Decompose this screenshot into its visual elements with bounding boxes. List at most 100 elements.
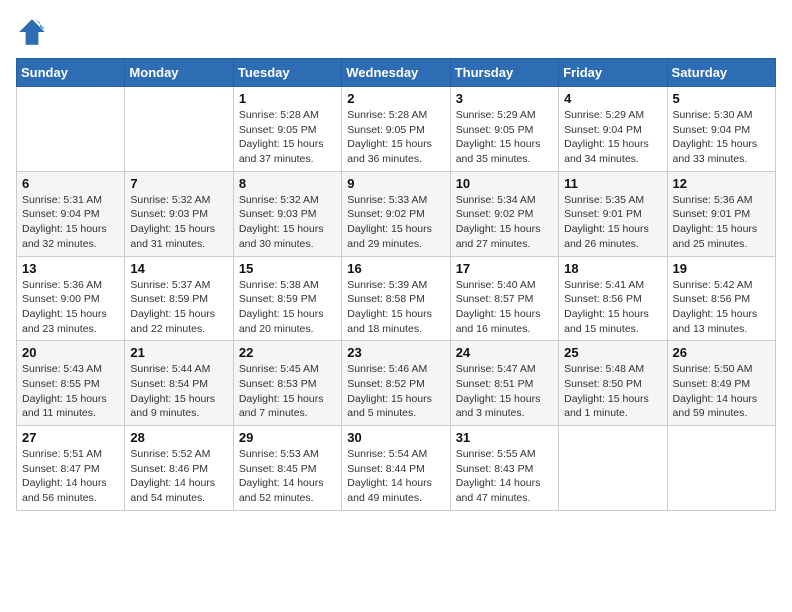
day-number: 29 <box>239 430 336 445</box>
day-number: 13 <box>22 261 119 276</box>
day-info: Sunrise: 5:43 AMSunset: 8:55 PMDaylight:… <box>22 362 119 421</box>
calendar-cell: 21 Sunrise: 5:44 AMSunset: 8:54 PMDayligh… <box>125 341 233 426</box>
day-info: Sunrise: 5:29 AMSunset: 9:04 PMDaylight:… <box>564 108 661 167</box>
day-info: Sunrise: 5:28 AMSunset: 9:05 PMDaylight:… <box>239 108 336 167</box>
calendar-cell <box>667 426 775 511</box>
calendar-cell: 14 Sunrise: 5:37 AMSunset: 8:59 PMDayligh… <box>125 256 233 341</box>
day-info: Sunrise: 5:36 AMSunset: 9:01 PMDaylight:… <box>673 193 770 252</box>
day-info: Sunrise: 5:44 AMSunset: 8:54 PMDaylight:… <box>130 362 227 421</box>
weekday-header-row: SundayMondayTuesdayWednesdayThursdayFrid… <box>17 59 776 87</box>
day-number: 14 <box>130 261 227 276</box>
day-number: 27 <box>22 430 119 445</box>
day-number: 5 <box>673 91 770 106</box>
day-info: Sunrise: 5:55 AMSunset: 8:43 PMDaylight:… <box>456 447 553 506</box>
day-info: Sunrise: 5:32 AMSunset: 9:03 PMDaylight:… <box>130 193 227 252</box>
weekday-header: Friday <box>559 59 667 87</box>
day-number: 1 <box>239 91 336 106</box>
calendar-cell: 5 Sunrise: 5:30 AMSunset: 9:04 PMDaylight… <box>667 87 775 172</box>
day-number: 6 <box>22 176 119 191</box>
calendar-cell: 4Sunrise: 5:29 AMSunset: 9:04 PMDaylight… <box>559 87 667 172</box>
day-info: Sunrise: 5:32 AMSunset: 9:03 PMDaylight:… <box>239 193 336 252</box>
calendar-cell: 25 Sunrise: 5:48 AMSunset: 8:50 PMDayligh… <box>559 341 667 426</box>
calendar-week-row: 27 Sunrise: 5:51 AMSunset: 8:47 PMDayligh… <box>17 426 776 511</box>
calendar-cell: 19 Sunrise: 5:42 AMSunset: 8:56 PMDayligh… <box>667 256 775 341</box>
day-info: Sunrise: 5:34 AMSunset: 9:02 PMDaylight:… <box>456 193 553 252</box>
day-number: 19 <box>673 261 770 276</box>
weekday-header: Wednesday <box>342 59 450 87</box>
calendar-cell: 28 Sunrise: 5:52 AMSunset: 8:46 PMDayligh… <box>125 426 233 511</box>
weekday-header: Saturday <box>667 59 775 87</box>
weekday-header: Sunday <box>17 59 125 87</box>
day-number: 9 <box>347 176 444 191</box>
calendar-cell: 3 Sunrise: 5:29 AMSunset: 9:05 PMDaylight… <box>450 87 558 172</box>
day-number: 30 <box>347 430 444 445</box>
calendar-cell: 2 Sunrise: 5:28 AMSunset: 9:05 PMDaylight… <box>342 87 450 172</box>
calendar-cell: 29 Sunrise: 5:53 AMSunset: 8:45 PMDayligh… <box>233 426 341 511</box>
day-info: Sunrise: 5:54 AMSunset: 8:44 PMDaylight:… <box>347 447 444 506</box>
day-number: 2 <box>347 91 444 106</box>
day-info: Sunrise: 5:48 AMSunset: 8:50 PMDaylight:… <box>564 362 661 421</box>
day-info: Sunrise: 5:42 AMSunset: 8:56 PMDaylight:… <box>673 278 770 337</box>
page-header <box>16 16 776 48</box>
day-info: Sunrise: 5:28 AMSunset: 9:05 PMDaylight:… <box>347 108 444 167</box>
calendar-cell: 15Sunrise: 5:38 AMSunset: 8:59 PMDayligh… <box>233 256 341 341</box>
day-number: 22 <box>239 345 336 360</box>
day-number: 26 <box>673 345 770 360</box>
calendar-cell: 8 Sunrise: 5:32 AMSunset: 9:03 PMDaylight… <box>233 171 341 256</box>
day-info: Sunrise: 5:29 AMSunset: 9:05 PMDaylight:… <box>456 108 553 167</box>
day-number: 16 <box>347 261 444 276</box>
calendar-week-row: 1 Sunrise: 5:28 AMSunset: 9:05 PMDaylight… <box>17 87 776 172</box>
calendar-cell: 12 Sunrise: 5:36 AMSunset: 9:01 PMDayligh… <box>667 171 775 256</box>
day-info: Sunrise: 5:52 AMSunset: 8:46 PMDaylight:… <box>130 447 227 506</box>
weekday-header: Monday <box>125 59 233 87</box>
calendar-cell: 31 Sunrise: 5:55 AMSunset: 8:43 PMDayligh… <box>450 426 558 511</box>
day-number: 17 <box>456 261 553 276</box>
calendar-week-row: 20 Sunrise: 5:43 AMSunset: 8:55 PMDayligh… <box>17 341 776 426</box>
calendar-cell: 1 Sunrise: 5:28 AMSunset: 9:05 PMDaylight… <box>233 87 341 172</box>
day-number: 28 <box>130 430 227 445</box>
calendar-cell: 26Sunrise: 5:50 AMSunset: 8:49 PMDayligh… <box>667 341 775 426</box>
calendar-cell: 9 Sunrise: 5:33 AMSunset: 9:02 PMDaylight… <box>342 171 450 256</box>
day-number: 31 <box>456 430 553 445</box>
day-info: Sunrise: 5:30 AMSunset: 9:04 PMDaylight:… <box>673 108 770 167</box>
day-number: 25 <box>564 345 661 360</box>
day-info: Sunrise: 5:41 AMSunset: 8:56 PMDaylight:… <box>564 278 661 337</box>
day-info: Sunrise: 5:35 AMSunset: 9:01 PMDaylight:… <box>564 193 661 252</box>
calendar-cell: 23Sunrise: 5:46 AMSunset: 8:52 PMDayligh… <box>342 341 450 426</box>
day-info: Sunrise: 5:37 AMSunset: 8:59 PMDaylight:… <box>130 278 227 337</box>
calendar-cell: 13 Sunrise: 5:36 AMSunset: 9:00 PMDayligh… <box>17 256 125 341</box>
day-number: 20 <box>22 345 119 360</box>
day-info: Sunrise: 5:51 AMSunset: 8:47 PMDaylight:… <box>22 447 119 506</box>
day-info: Sunrise: 5:39 AMSunset: 8:58 PMDaylight:… <box>347 278 444 337</box>
day-info: Sunrise: 5:45 AMSunset: 8:53 PMDaylight:… <box>239 362 336 421</box>
day-info: Sunrise: 5:53 AMSunset: 8:45 PMDaylight:… <box>239 447 336 506</box>
logo-icon <box>16 16 48 48</box>
day-number: 12 <box>673 176 770 191</box>
weekday-header: Thursday <box>450 59 558 87</box>
day-info: Sunrise: 5:38 AMSunset: 8:59 PMDaylight:… <box>239 278 336 337</box>
day-number: 3 <box>456 91 553 106</box>
day-info: Sunrise: 5:33 AMSunset: 9:02 PMDaylight:… <box>347 193 444 252</box>
calendar-cell: 20 Sunrise: 5:43 AMSunset: 8:55 PMDayligh… <box>17 341 125 426</box>
calendar-cell: 22 Sunrise: 5:45 AMSunset: 8:53 PMDayligh… <box>233 341 341 426</box>
day-number: 24 <box>456 345 553 360</box>
calendar-cell: 18Sunrise: 5:41 AMSunset: 8:56 PMDayligh… <box>559 256 667 341</box>
logo <box>16 16 52 48</box>
day-number: 21 <box>130 345 227 360</box>
calendar-cell: 17 Sunrise: 5:40 AMSunset: 8:57 PMDayligh… <box>450 256 558 341</box>
calendar-cell: 30 Sunrise: 5:54 AMSunset: 8:44 PMDayligh… <box>342 426 450 511</box>
calendar-week-row: 13 Sunrise: 5:36 AMSunset: 9:00 PMDayligh… <box>17 256 776 341</box>
weekday-header: Tuesday <box>233 59 341 87</box>
day-info: Sunrise: 5:31 AMSunset: 9:04 PMDaylight:… <box>22 193 119 252</box>
calendar-week-row: 6 Sunrise: 5:31 AMSunset: 9:04 PMDaylight… <box>17 171 776 256</box>
day-number: 7 <box>130 176 227 191</box>
calendar-cell: 16 Sunrise: 5:39 AMSunset: 8:58 PMDayligh… <box>342 256 450 341</box>
day-number: 8 <box>239 176 336 191</box>
day-info: Sunrise: 5:47 AMSunset: 8:51 PMDaylight:… <box>456 362 553 421</box>
day-info: Sunrise: 5:36 AMSunset: 9:00 PMDaylight:… <box>22 278 119 337</box>
day-number: 11 <box>564 176 661 191</box>
calendar-cell: 10 Sunrise: 5:34 AMSunset: 9:02 PMDayligh… <box>450 171 558 256</box>
day-info: Sunrise: 5:40 AMSunset: 8:57 PMDaylight:… <box>456 278 553 337</box>
calendar-cell: 24 Sunrise: 5:47 AMSunset: 8:51 PMDayligh… <box>450 341 558 426</box>
day-number: 10 <box>456 176 553 191</box>
